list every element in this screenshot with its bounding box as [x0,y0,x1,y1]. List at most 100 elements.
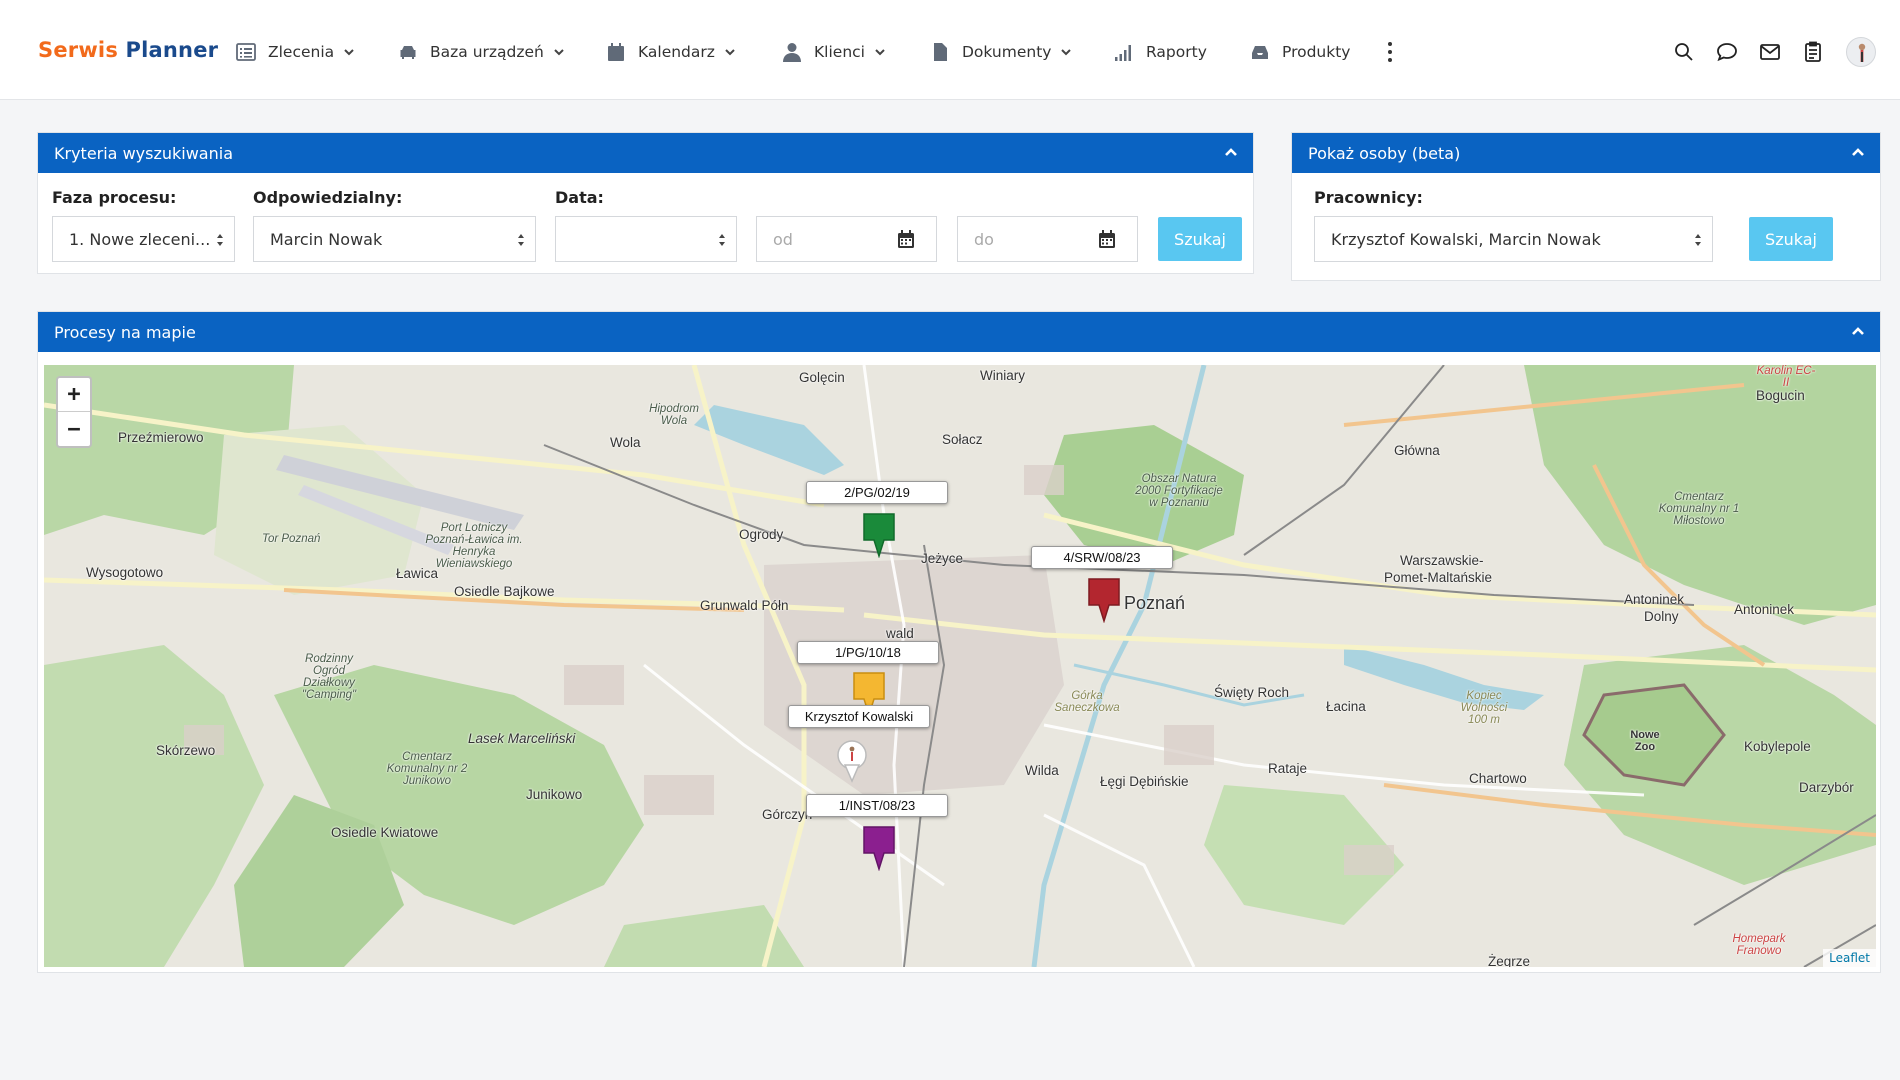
sort-arrows-icon [517,232,525,246]
poi-label: Cmentarz Komunalny nr 1 Miłostowo [1658,491,1740,527]
chevron-up-icon[interactable] [1223,144,1239,160]
top-navbar: Serwis Planner Zlecenia Baza urządzeń Ka… [0,0,1900,100]
nav-produkty[interactable]: Produkty [1250,38,1350,66]
map-marker-red[interactable] [1087,577,1121,624]
map-view[interactable]: + − Golęcin Winiary Przeźmierowo Wola So… [44,365,1876,967]
place-label: Grunwald Półn [700,598,789,613]
people-panel-title: Pokaż osoby (beta) [1308,143,1461,163]
phase-label: Faza procesu: [52,188,177,207]
map-marker-green[interactable] [862,512,896,559]
poi-label: Hipodrom Wola [649,403,699,427]
chevron-down-icon [725,49,735,56]
person-tooltip: Krzysztof Kowalski [788,705,930,728]
poi-label: Port Lotniczy Poznań-Ławica im. Henryka … [425,522,523,570]
date-from-placeholder: od [773,229,793,249]
nav-dokumenty-label: Dokumenty [962,43,1052,61]
chevron-up-icon[interactable] [1850,144,1866,160]
place-label: wald [886,626,914,641]
nav-zlecenia[interactable]: Zlecenia [236,38,355,66]
calendar-icon [608,43,624,61]
workers-select[interactable]: Krzysztof Kowalski, Marcin Nowak [1314,216,1713,262]
marker-tooltip: 2/PG/02/19 [806,481,948,504]
user-avatar[interactable] [1846,37,1876,67]
date-range-select[interactable] [555,216,737,262]
calendar-icon [898,230,914,248]
nav-dokumenty[interactable]: Dokumenty [930,38,1072,66]
chevron-down-icon [554,49,564,56]
map-attribution-link[interactable]: Leaflet [1823,949,1876,967]
people-search-button[interactable]: Szukaj [1749,217,1833,261]
responsible-label: Odpowiedzialny: [253,188,403,207]
sort-arrows-icon [718,232,726,246]
signal-icon [1115,45,1131,61]
date-from-input[interactable]: od [756,216,877,262]
place-label: Łęgi Dębińskie [1100,774,1189,789]
poi-label: Tor Poznań [262,533,321,545]
poi-label: Cmentarz Komunalny nr 2 Junikowo [386,751,468,787]
chevron-down-icon [875,49,885,56]
place-label: Chartowo [1469,771,1527,786]
place-label: Wola [610,435,641,450]
car-icon [400,46,416,59]
search-button[interactable]: Szukaj [1158,217,1242,261]
nav-baza-urzadzen[interactable]: Baza urządzeń [398,38,565,66]
sort-arrows-icon [1694,232,1702,246]
place-label: Ogrody [739,527,784,542]
more-menu-icon[interactable] [1385,40,1395,64]
place-label: Osiedle Kwiatowe [331,825,439,840]
workers-select-value: Krzysztof Kowalski, Marcin Nowak [1331,229,1601,249]
nav-kalendarz[interactable]: Kalendarz [606,38,736,66]
mail-icon[interactable] [1758,40,1782,64]
app-logo[interactable]: Serwis Planner [38,38,218,62]
date-to-calendar-button[interactable] [1077,216,1138,262]
marker-tooltip: 4/SRW/08/23 [1031,546,1173,569]
poi-label: Karolin EC-II [1756,365,1816,389]
nav-zlecenia-label: Zlecenia [268,43,335,61]
place-label: Jeżyce [921,551,964,566]
chevron-up-icon[interactable] [1850,323,1866,339]
place-label: Święty Roch [1214,685,1290,700]
chat-icon[interactable] [1715,40,1739,64]
date-from-calendar-button[interactable] [876,216,937,262]
search-icon[interactable] [1672,40,1696,64]
place-label: Sołacz [942,432,983,447]
nav-produkty-label: Produkty [1282,43,1351,61]
nav-raporty-label: Raporty [1146,43,1207,61]
poi-label: Rodzinny Ogród Działkowy "Camping" [301,653,357,701]
place-label: Górczyn [762,807,813,822]
person-marker[interactable] [835,737,869,783]
place-label: Nowe Zoo [1630,729,1660,753]
place-label: Dolny [1644,609,1679,624]
place-label: Żegrze [1488,954,1531,967]
zoom-out-button[interactable]: − [58,412,90,446]
nav-klienci[interactable]: Klienci [782,38,886,66]
phase-select[interactable]: 1. Nowe zleceni... [52,216,235,262]
responsible-select[interactable]: Marcin Nowak [253,216,536,262]
date-to-input[interactable]: do [957,216,1078,262]
clipboard-icon[interactable] [1801,40,1825,64]
calendar-icon [1099,230,1115,248]
nav-baza-urzadzen-label: Baza urządzeń [430,43,544,61]
nav-kalendarz-label: Kalendarz [638,43,715,61]
poi-label: Homepark Franowo [1732,933,1786,957]
city-label: Poznań [1124,593,1186,613]
place-label: Kobylepole [1744,739,1811,754]
map-marker-purple[interactable] [862,825,896,872]
place-label: Pomet-Maltańskie [1384,570,1493,585]
people-panel-header[interactable]: Pokaż osoby (beta) [1292,133,1880,173]
place-label: Antoninek [1734,602,1795,617]
date-label: Data: [555,188,604,207]
map-panel-header[interactable]: Procesy na mapie [38,312,1880,352]
zoom-in-button[interactable]: + [58,378,90,412]
place-label: Warszawskie- [1400,553,1484,568]
place-label: Winiary [980,368,1026,383]
nav-raporty[interactable]: Raporty [1114,38,1207,66]
marker-tooltip: 1/PG/10/18 [797,641,939,664]
map-panel-title: Procesy na mapie [54,322,196,342]
place-label: Junikowo [526,787,583,802]
search-criteria-header[interactable]: Kryteria wyszukiwania [38,133,1253,173]
place-label: Lasek Marceliński [468,731,576,746]
place-label: Łacina [1326,699,1366,714]
chevron-down-icon [1061,49,1072,56]
zoom-control: + − [56,376,92,448]
